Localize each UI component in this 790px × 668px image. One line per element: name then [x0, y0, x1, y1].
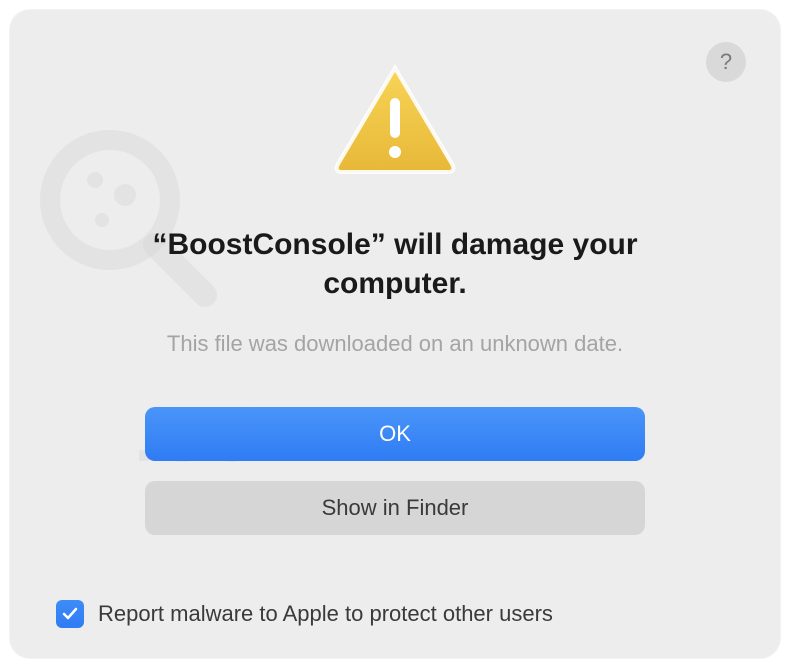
ok-button-label: OK — [379, 421, 411, 447]
report-malware-checkbox[interactable] — [56, 600, 84, 628]
show-in-finder-label: Show in Finder — [322, 495, 469, 521]
report-malware-row: Report malware to Apple to protect other… — [56, 600, 553, 628]
checkmark-icon — [61, 605, 79, 623]
report-malware-label: Report malware to Apple to protect other… — [98, 601, 553, 627]
warning-icon — [330, 60, 460, 185]
dialog-subtitle: This file was downloaded on an unknown d… — [167, 331, 623, 357]
ok-button[interactable]: OK — [145, 407, 645, 461]
alert-dialog: .com ? “BoostConsole” will damage your c… — [10, 10, 780, 658]
show-in-finder-button[interactable]: Show in Finder — [145, 481, 645, 535]
dialog-title: “BoostConsole” will damage your computer… — [115, 225, 675, 303]
